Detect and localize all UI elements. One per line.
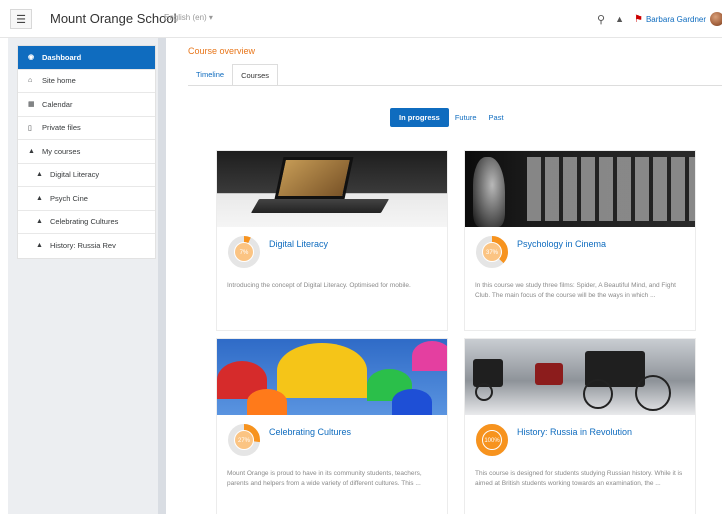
avatar[interactable] (710, 12, 722, 26)
course-title-link[interactable]: Psychology in Cinema (517, 239, 606, 249)
course-summary: Introducing the concept of Digital Liter… (227, 282, 411, 289)
course-title-link[interactable]: Digital Literacy (269, 239, 328, 249)
tab-courses[interactable]: Courses (232, 64, 279, 86)
drawer-item-label: My courses (42, 146, 81, 156)
progress-label: 100% (484, 438, 500, 444)
progress-label: 37% (486, 250, 499, 256)
drawer-item-label: Psych Cine (50, 193, 88, 203)
drawer-nav-list: ◉ Dashboard ⌂ Site home ▦ Calendar ▯ Pri… (17, 45, 156, 259)
top-navbar: ☰ Mount Orange School English (en) ▾ ⚲ ▲… (0, 0, 722, 38)
graduation-cap-icon: ▲ (36, 242, 43, 250)
drawer-item-history-russia[interactable]: ▲ History: Russia Rev (18, 234, 155, 258)
drawer-item-label: Digital Literacy (50, 170, 100, 180)
drawer-item-dashboard[interactable]: ◉ Dashboard (18, 46, 155, 70)
menu-icon[interactable]: ☰ (10, 9, 32, 29)
filter-future[interactable]: Future (449, 108, 483, 127)
language-menu[interactable]: English (en) ▾ (164, 13, 213, 22)
course-title-link[interactable]: Celebrating Cultures (269, 427, 351, 437)
course-title-link[interactable]: History: Russia in Revolution (517, 427, 632, 437)
section-title: Course overview (188, 46, 256, 56)
site-name[interactable]: Mount Orange School (50, 11, 176, 26)
drawer-item-calendar[interactable]: ▦ Calendar (18, 93, 155, 117)
main-content: Course overview Timeline Courses In prog… (174, 38, 722, 514)
progress-label: 27% (238, 438, 251, 444)
graduation-cap-icon: ▲ (36, 218, 43, 226)
drawer-item-psych-cine[interactable]: ▲ Psych Cine (18, 187, 155, 211)
course-card[interactable]: 7% Digital Literacy Introducing the conc… (216, 150, 448, 331)
home-icon: ⌂ (28, 77, 33, 85)
filter-in-progress[interactable]: In progress (390, 108, 449, 127)
dashboard-icon: ◉ (28, 54, 35, 62)
bell-icon[interactable]: ▲ (615, 14, 624, 24)
course-image[interactable] (465, 151, 695, 227)
progress-ring: 7% (228, 236, 260, 268)
drawer-item-label: Site home (42, 76, 76, 86)
course-filter: In progress Future Past (390, 108, 510, 127)
course-summary: This course is designed for students stu… (475, 470, 683, 487)
drawer-item-label: Calendar (42, 99, 73, 109)
tab-bar: Timeline Courses (188, 64, 279, 86)
graduation-cap-icon: ▲ (36, 194, 43, 202)
tab-divider (188, 85, 722, 86)
drawer-item-label: Dashboard (42, 52, 82, 62)
course-image[interactable] (465, 339, 695, 415)
drawer-item-celebrating-cultures[interactable]: ▲ Celebrating Cultures (18, 211, 155, 234)
course-summary: Mount Orange is proud to have in its com… (227, 470, 422, 487)
course-summary: In this course we study three films: Spi… (475, 282, 676, 299)
progress-ring: 27% (228, 424, 260, 456)
flag-icon[interactable]: ⚑ (634, 14, 643, 25)
graduation-cap-icon: ▲ (36, 171, 43, 179)
tab-timeline[interactable]: Timeline (188, 64, 232, 86)
file-icon: ▯ (28, 124, 32, 132)
course-image[interactable] (217, 151, 447, 227)
search-icon[interactable]: ⚲ (597, 13, 605, 26)
graduation-cap-icon: ▲ (28, 147, 35, 155)
course-card[interactable]: 27% Celebrating Cultures Mount Orange is… (216, 338, 448, 514)
course-image[interactable] (217, 339, 447, 415)
drawer-item-digital-literacy[interactable]: ▲ Digital Literacy (18, 164, 155, 187)
drawer-item-site-home[interactable]: ⌂ Site home (18, 70, 155, 93)
progress-label: 7% (240, 250, 249, 256)
drawer-item-private-files[interactable]: ▯ Private files (18, 117, 155, 140)
course-card[interactable]: 37% Psychology in Cinema In this course … (464, 150, 696, 331)
user-menu[interactable]: Barbara Gardner (646, 15, 706, 24)
course-card[interactable]: 100% History: Russia in Revolution This … (464, 338, 696, 514)
calendar-icon: ▦ (28, 101, 35, 109)
drawer-item-label: History: Russia Rev (50, 241, 116, 251)
progress-ring: 37% (476, 236, 508, 268)
progress-ring: 100% (476, 424, 508, 456)
drawer-item-label: Celebrating Cultures (50, 217, 119, 227)
drawer-item-label: Private files (42, 123, 81, 133)
drawer-item-my-courses[interactable]: ▲ My courses (18, 140, 155, 164)
nav-drawer: ◉ Dashboard ⌂ Site home ▦ Calendar ▯ Pri… (8, 38, 166, 514)
filter-past[interactable]: Past (483, 108, 510, 127)
